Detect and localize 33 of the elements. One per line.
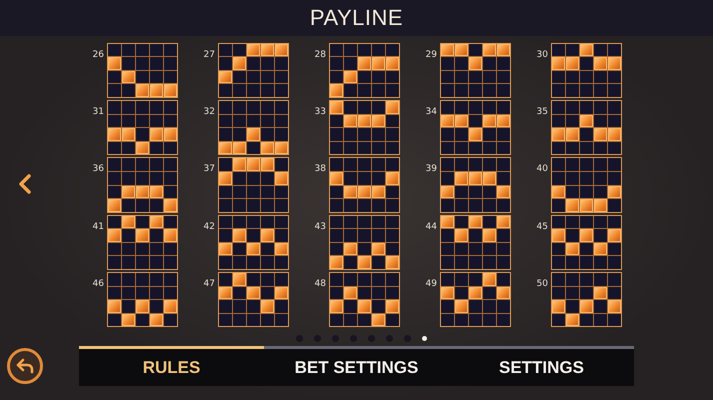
payline-number: 46 <box>92 279 104 290</box>
payline-number: 34 <box>424 106 437 117</box>
payline-number: 39 <box>424 164 437 174</box>
tab[interactable]: RULES <box>79 346 264 386</box>
page-title: PAYLINE <box>310 5 404 31</box>
payline-number: 32 <box>202 106 215 117</box>
payline-number: 49 <box>424 279 437 290</box>
back-arrow-icon <box>16 358 34 374</box>
payline-number: 28 <box>314 50 326 60</box>
payline-number: 44 <box>424 222 437 232</box>
payline-number: 48 <box>314 279 326 290</box>
payline-number: 41 <box>92 222 104 232</box>
payline-number: 27 <box>202 50 215 60</box>
payline-number: 50 <box>536 279 548 290</box>
payline-number: 33 <box>314 106 326 117</box>
payline-number: 31 <box>92 106 104 117</box>
tab[interactable]: BET SETTINGS <box>264 346 449 386</box>
payline-number: 42 <box>202 222 215 232</box>
payline-number: 38 <box>314 164 326 174</box>
tab[interactable]: SETTINGS <box>449 346 634 386</box>
payline-number: 37 <box>202 164 215 174</box>
payline-number: 43 <box>314 222 326 232</box>
payline-number: 29 <box>424 50 437 60</box>
payline-number: 26 <box>92 50 104 60</box>
back-button[interactable] <box>7 348 43 384</box>
payline-number: 30 <box>536 50 548 60</box>
page-dot[interactable] <box>422 336 427 340</box>
payline-number: 36 <box>92 164 104 174</box>
payline-number: 40 <box>536 164 548 174</box>
payline-number: 45 <box>536 222 548 232</box>
payline-number: 47 <box>202 279 215 290</box>
previous-chevron-icon[interactable] <box>18 174 32 194</box>
payline-number: 35 <box>536 106 548 117</box>
